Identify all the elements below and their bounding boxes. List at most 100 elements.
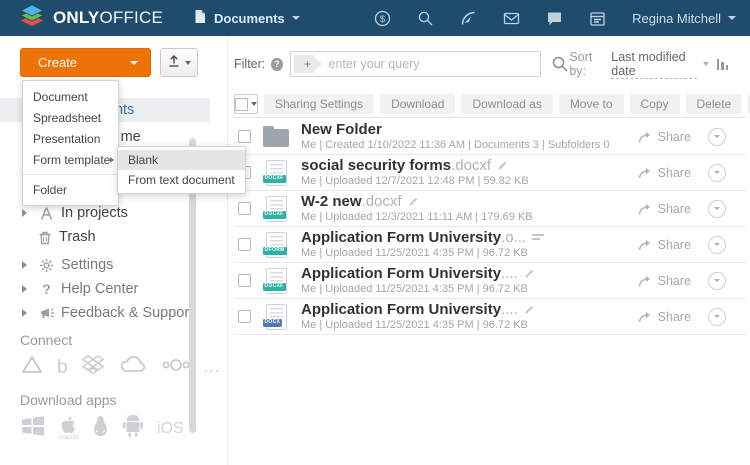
menu-item-form-template[interactable]: Form template xyxy=(23,149,118,170)
more-connectors[interactable]: ... xyxy=(204,359,220,377)
file-row[interactable]: DOCXF social security forms.docxf Me | U… xyxy=(234,155,746,191)
row-checkbox[interactable] xyxy=(238,130,251,143)
search-icon[interactable] xyxy=(551,55,569,73)
macos-icon[interactable]: macOS xyxy=(59,416,79,441)
file-row[interactable]: OFORM Application Form University.o... M… xyxy=(234,227,746,263)
row-actions-button[interactable] xyxy=(708,272,726,290)
onlyoffice-logo[interactable]: ONLYOFFICE xyxy=(18,3,163,34)
sidebar-item-help-center[interactable]: ? Help Center xyxy=(22,278,138,300)
nextcloud-icon[interactable] xyxy=(161,356,191,379)
share-label: Share xyxy=(658,166,691,180)
share-button[interactable]: Share xyxy=(638,274,691,288)
expand-arrow-icon[interactable] xyxy=(22,309,32,317)
user-menu[interactable]: Regina Mitchell xyxy=(632,11,736,26)
pencil-icon xyxy=(408,196,419,207)
row-actions-button[interactable] xyxy=(708,200,726,218)
row-actions-button[interactable] xyxy=(708,164,726,182)
file-meta: Me | Uploaded 12/7/2021 12:48 PM | 59.82… xyxy=(301,175,638,188)
feed-icon[interactable] xyxy=(460,10,477,27)
windows-icon[interactable] xyxy=(20,414,46,443)
download-as-button[interactable]: Download as xyxy=(461,94,552,114)
file-meta: Me | Uploaded 11/25/2021 4:35 PM | 96.72… xyxy=(301,247,638,260)
file-type-badge: DOCX xyxy=(263,319,283,327)
search-input[interactable] xyxy=(290,51,542,77)
menu-item-folder[interactable]: Folder xyxy=(23,179,118,200)
file-title[interactable]: New Folder xyxy=(301,121,382,138)
row-actions-button[interactable] xyxy=(708,236,726,254)
share-button[interactable]: Share xyxy=(638,310,691,324)
select-all-checkbox[interactable] xyxy=(235,98,248,111)
submenu-item-from-text-document[interactable]: From text document xyxy=(118,170,245,190)
nav-documents[interactable]: Documents xyxy=(193,9,300,27)
file-meta: Me | Uploaded 12/3/2021 11:11 AM | 179.6… xyxy=(301,211,638,224)
share-button[interactable]: Share xyxy=(638,202,691,216)
move-to-button[interactable]: Move to xyxy=(559,94,624,114)
file-title[interactable]: Application Form University xyxy=(301,265,501,282)
filter-help-icon[interactable]: ? xyxy=(271,58,282,71)
file-title[interactable]: Application Form University xyxy=(301,301,501,318)
file-type-badge: OFORM xyxy=(263,247,287,255)
menu-item-spreadsheet[interactable]: Spreadsheet xyxy=(23,107,118,128)
menu-item-presentation[interactable]: Presentation xyxy=(23,128,118,149)
chevron-down-icon xyxy=(703,62,709,66)
row-checkbox[interactable] xyxy=(238,310,251,323)
mail-icon[interactable] xyxy=(503,10,520,27)
select-all-dropdown[interactable] xyxy=(234,94,258,114)
box-icon[interactable]: b xyxy=(57,358,68,377)
sort-order-icon[interactable] xyxy=(717,59,729,70)
create-button-label: Create xyxy=(38,55,130,70)
payments-icon[interactable]: $ xyxy=(374,10,391,27)
share-label: Share xyxy=(658,274,691,288)
row-text: New Folder Me | Created 1/10/2022 11:36 … xyxy=(301,121,638,152)
download-button[interactable]: Download xyxy=(380,94,455,114)
file-title[interactable]: Application Form University xyxy=(301,229,501,246)
file-row[interactable]: DOCX Application Form University.... Me … xyxy=(234,299,746,335)
nav-documents-label: Documents xyxy=(214,11,285,26)
file-extension: .o... xyxy=(501,229,526,246)
create-button[interactable]: Create xyxy=(20,48,151,77)
file-row[interactable]: DOCXF W-2 new.docxf Me | Uploaded 12/3/2… xyxy=(234,191,746,227)
menu-item-document[interactable]: Document xyxy=(23,86,118,107)
sidebar-item-label: Feedback & Support xyxy=(61,305,193,321)
expand-arrow-icon[interactable] xyxy=(22,285,32,293)
delete-button[interactable]: Delete xyxy=(686,94,743,114)
file-extension: .docxf xyxy=(362,193,402,210)
expand-arrow-icon[interactable] xyxy=(22,209,32,217)
row-actions-button[interactable] xyxy=(708,128,726,146)
file-meta: Me | Uploaded 11/25/2021 4:35 PM | 96.72… xyxy=(301,283,638,296)
share-button[interactable]: Share xyxy=(638,238,691,252)
sidebar-item-trash[interactable]: Trash xyxy=(22,226,96,248)
row-checkbox[interactable] xyxy=(238,274,251,287)
sidebar-item-label: Trash xyxy=(59,229,96,245)
file-title[interactable]: W-2 new xyxy=(301,193,362,210)
file-row[interactable]: DOCXF Application Form University.... Me… xyxy=(234,263,746,299)
copy-button[interactable]: Copy xyxy=(630,94,680,114)
sort-by-label: Sort by: xyxy=(569,50,605,78)
chat-icon[interactable] xyxy=(546,10,563,27)
file-row[interactable]: New Folder Me | Created 1/10/2022 11:36 … xyxy=(234,119,746,155)
android-icon[interactable] xyxy=(122,414,144,443)
sort-value[interactable]: Last modified date xyxy=(611,50,696,79)
search-icon[interactable] xyxy=(417,10,434,27)
row-actions-button[interactable] xyxy=(708,308,726,326)
sidebar-item-settings[interactable]: Settings xyxy=(22,254,113,276)
share-button[interactable]: Share xyxy=(638,130,691,144)
submenu-item-blank[interactable]: Blank xyxy=(118,150,245,170)
sharing-settings-button[interactable]: Sharing Settings xyxy=(264,94,374,114)
share-button[interactable]: Share xyxy=(638,166,691,180)
file-title[interactable]: social security forms xyxy=(301,157,451,174)
row-checkbox[interactable] xyxy=(238,202,251,215)
expand-arrow-icon[interactable] xyxy=(22,261,32,269)
onedrive-icon[interactable] xyxy=(118,355,148,380)
dropbox-icon[interactable] xyxy=(81,354,105,381)
projects-icon xyxy=(38,205,55,222)
google-drive-icon[interactable] xyxy=(20,354,44,381)
row-checkbox[interactable] xyxy=(238,238,251,251)
calendar-icon[interactable] xyxy=(589,10,606,27)
sidebar-item-feedback-support[interactable]: Feedback & Support xyxy=(22,302,193,324)
pencil-icon xyxy=(497,160,508,171)
share-label: Share xyxy=(658,130,691,144)
linux-icon[interactable] xyxy=(92,415,109,442)
upload-button[interactable] xyxy=(160,48,198,77)
ios-icon[interactable]: iOS xyxy=(157,420,184,438)
